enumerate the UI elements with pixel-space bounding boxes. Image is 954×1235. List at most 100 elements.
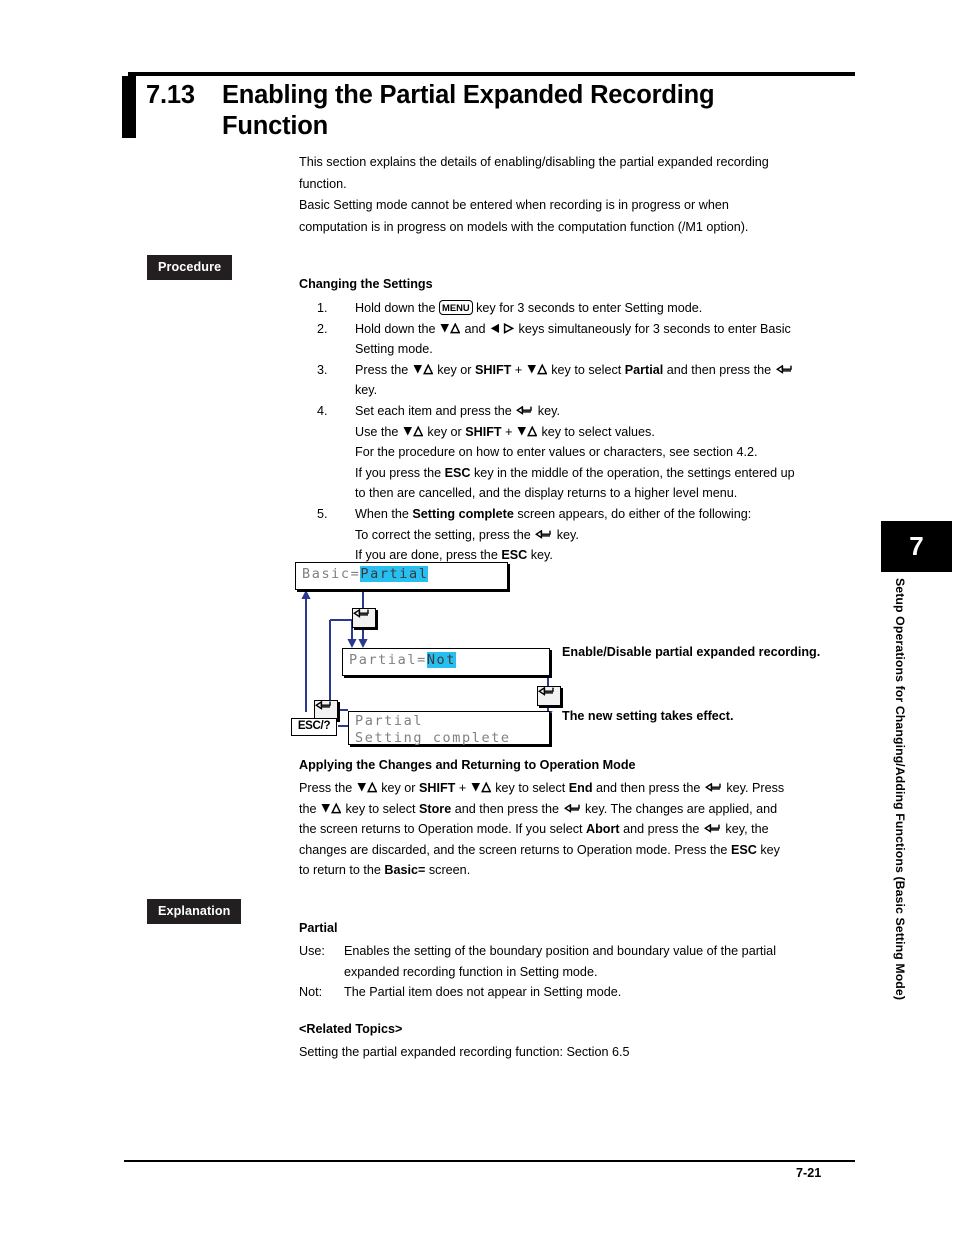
step-4-number: 4. — [317, 403, 328, 418]
apply-l3-b: and press the — [619, 822, 703, 837]
step-1: 1. Hold down the MENU key for 3 seconds t… — [299, 298, 859, 319]
section-title-text: Enabling the Partial Expanded Recording … — [222, 81, 715, 140]
section-number: 7.13 — [146, 81, 195, 109]
step-4-line2: Use the key or SHIFT + key to select val… — [355, 422, 859, 443]
explanation-use-line-1: Enables the setting of the boundary posi… — [344, 944, 776, 958]
apply-l1-a: Press the — [299, 781, 356, 795]
up-down-arrow-icon — [357, 782, 377, 793]
apply-l1-d: key to select — [491, 781, 569, 795]
enter-key-icon — [516, 405, 533, 417]
step-2-text-c: keys simultaneously for 3 seconds to ent… — [515, 321, 791, 336]
step-2-text-d: Setting mode. — [355, 342, 433, 357]
intro-paragraph: This section explains the details of ena… — [299, 152, 859, 238]
intro-line-4: computation is in progress on models wit… — [299, 219, 749, 234]
step-4-line1-b: key. — [534, 403, 560, 418]
explanation-heading: Partial — [299, 921, 338, 935]
step-2-text-a: Hold down the — [355, 321, 440, 336]
step-4-line4-a: If you press the — [355, 465, 445, 480]
enter-key-button-3[interactable] — [314, 700, 338, 720]
step-4-line4-b: key in the middle of the operation, the … — [470, 465, 795, 480]
chapter-title-vertical: Setup Operations for Changing/Adding Fun… — [893, 578, 907, 1001]
diagram-note-1: Enable/Disable partial expanded recordin… — [562, 645, 821, 659]
step-4-line2-c: + — [501, 424, 516, 439]
step-3-shift-label: SHIFT — [475, 362, 512, 377]
procedure-steps: 1. Hold down the MENU key for 3 seconds t… — [299, 298, 859, 566]
explanation-label-not: Not: — [299, 985, 323, 1000]
basic-label: Basic= — [384, 863, 426, 878]
title-accent-bar — [122, 76, 136, 138]
step-4-line3: For the procedure on how to enter values… — [355, 445, 758, 460]
step-2-text-b: and — [461, 321, 490, 336]
explanation-row-use: Use: Enables the setting of the boundary … — [299, 941, 859, 982]
up-down-arrow-icon — [471, 782, 491, 793]
explanation-label-use: Use: — [299, 944, 325, 958]
esc-key-button[interactable]: ESC/? — [291, 718, 337, 736]
up-down-arrow-icon — [321, 802, 342, 814]
esc-label: ESC — [444, 465, 471, 480]
step-5-number: 5. — [317, 506, 328, 521]
enter-key-button-2[interactable] — [537, 686, 561, 706]
step-1-text-b: key for 3 seconds to enter Setting mode. — [472, 301, 703, 315]
page-number: 7-21 — [796, 1166, 822, 1180]
apply-l5-a: to return to the — [299, 863, 385, 878]
step-2: 2. Hold down the and keys simultaneously … — [299, 319, 859, 360]
lcd-screen-partial: Partial=Not — [342, 648, 550, 676]
apply-l2-c: and then press the — [451, 801, 563, 816]
apply-l4-a: changes are discarded, and the screen re… — [299, 842, 731, 857]
intro-line-2: function. — [299, 176, 347, 191]
step-2-number: 2. — [317, 321, 328, 336]
abort-label: Abort — [586, 822, 620, 837]
apply-l3-c: key, the — [721, 822, 769, 837]
enter-key-icon — [535, 529, 552, 541]
apply-l2-a: the — [299, 801, 321, 816]
step-3-text-b: key or — [433, 362, 475, 377]
enter-key-icon — [704, 783, 722, 794]
store-label: Store — [419, 801, 452, 816]
intro-line-3: Basic Setting mode cannot be entered whe… — [299, 198, 729, 212]
step-3: 3. Press the key or SHIFT + key to select… — [299, 360, 859, 401]
diagram-note-2: The new setting takes effect. — [562, 709, 734, 723]
apply-l1-e: and then press the — [592, 781, 704, 795]
apply-l3-a: the screen returns to Operation mode. If… — [299, 822, 587, 837]
apply-l4-b: key — [756, 842, 780, 857]
explanation-badge: Explanation — [147, 899, 242, 924]
lcd-screen-basic: Basic=Partial — [295, 562, 508, 590]
step-4-line2-d: key to select values. — [537, 424, 655, 439]
step-4-line2-b: key or — [423, 424, 466, 439]
step-5-line2-b: key. — [553, 527, 579, 542]
step-3-text-e: and then press the — [663, 362, 775, 377]
related-topics-body: Setting the partial expanded recording f… — [299, 1045, 630, 1059]
lcd1-prefix: Basic= — [302, 566, 361, 582]
explanation-use-line-2: expanded recording function in Setting m… — [344, 964, 598, 979]
lcd-screen-setting-complete: Partial Setting complete — [348, 711, 550, 746]
settings-flow-diagram: Basic=Partial Partial=Not ESC/? Partial … — [290, 560, 865, 746]
apply-l5-b: screen. — [425, 863, 471, 878]
step-3-text-c: + — [511, 362, 526, 377]
esc-label: ESC — [730, 842, 757, 857]
enter-key-button-1[interactable] — [352, 608, 376, 628]
apply-l2-b: key to select — [342, 801, 420, 816]
setting-complete-label: Setting complete — [412, 506, 514, 521]
step-4-line5: to then are cancelled, and the display r… — [355, 486, 738, 501]
step-3-target-label: Partial — [624, 362, 664, 377]
step-4-shift-label: SHIFT — [465, 424, 502, 439]
enter-key-icon — [775, 364, 793, 376]
enter-key-icon — [563, 803, 581, 815]
lcd3-line-2: Setting complete — [355, 730, 511, 746]
apply-l2-d: key. The changes are applied, and — [581, 801, 778, 816]
step-5-line2: To correct the setting, press the key. — [355, 525, 859, 546]
step-5-line2-a: To correct the setting, press the — [355, 527, 535, 542]
apply-l1-b: key or — [377, 781, 419, 795]
menu-key-glyph: MENU — [439, 300, 473, 315]
up-down-arrow-icon — [413, 363, 433, 375]
step-4: 4. Set each item and press the key. Use t… — [299, 401, 859, 504]
enter-key-icon — [353, 609, 369, 618]
applying-changes-heading: Applying the Changes and Returning to Op… — [299, 758, 636, 772]
up-down-arrow-icon — [440, 322, 461, 334]
apply-shift-label: SHIFT — [419, 781, 456, 795]
left-right-arrow-icon — [490, 322, 515, 334]
chapter-number-tab: 7 — [881, 521, 952, 572]
lcd2-highlight: Not — [426, 652, 457, 668]
title-top-rule — [128, 72, 855, 76]
applying-changes-body: Press the key or SHIFT + key to select E… — [299, 778, 859, 881]
